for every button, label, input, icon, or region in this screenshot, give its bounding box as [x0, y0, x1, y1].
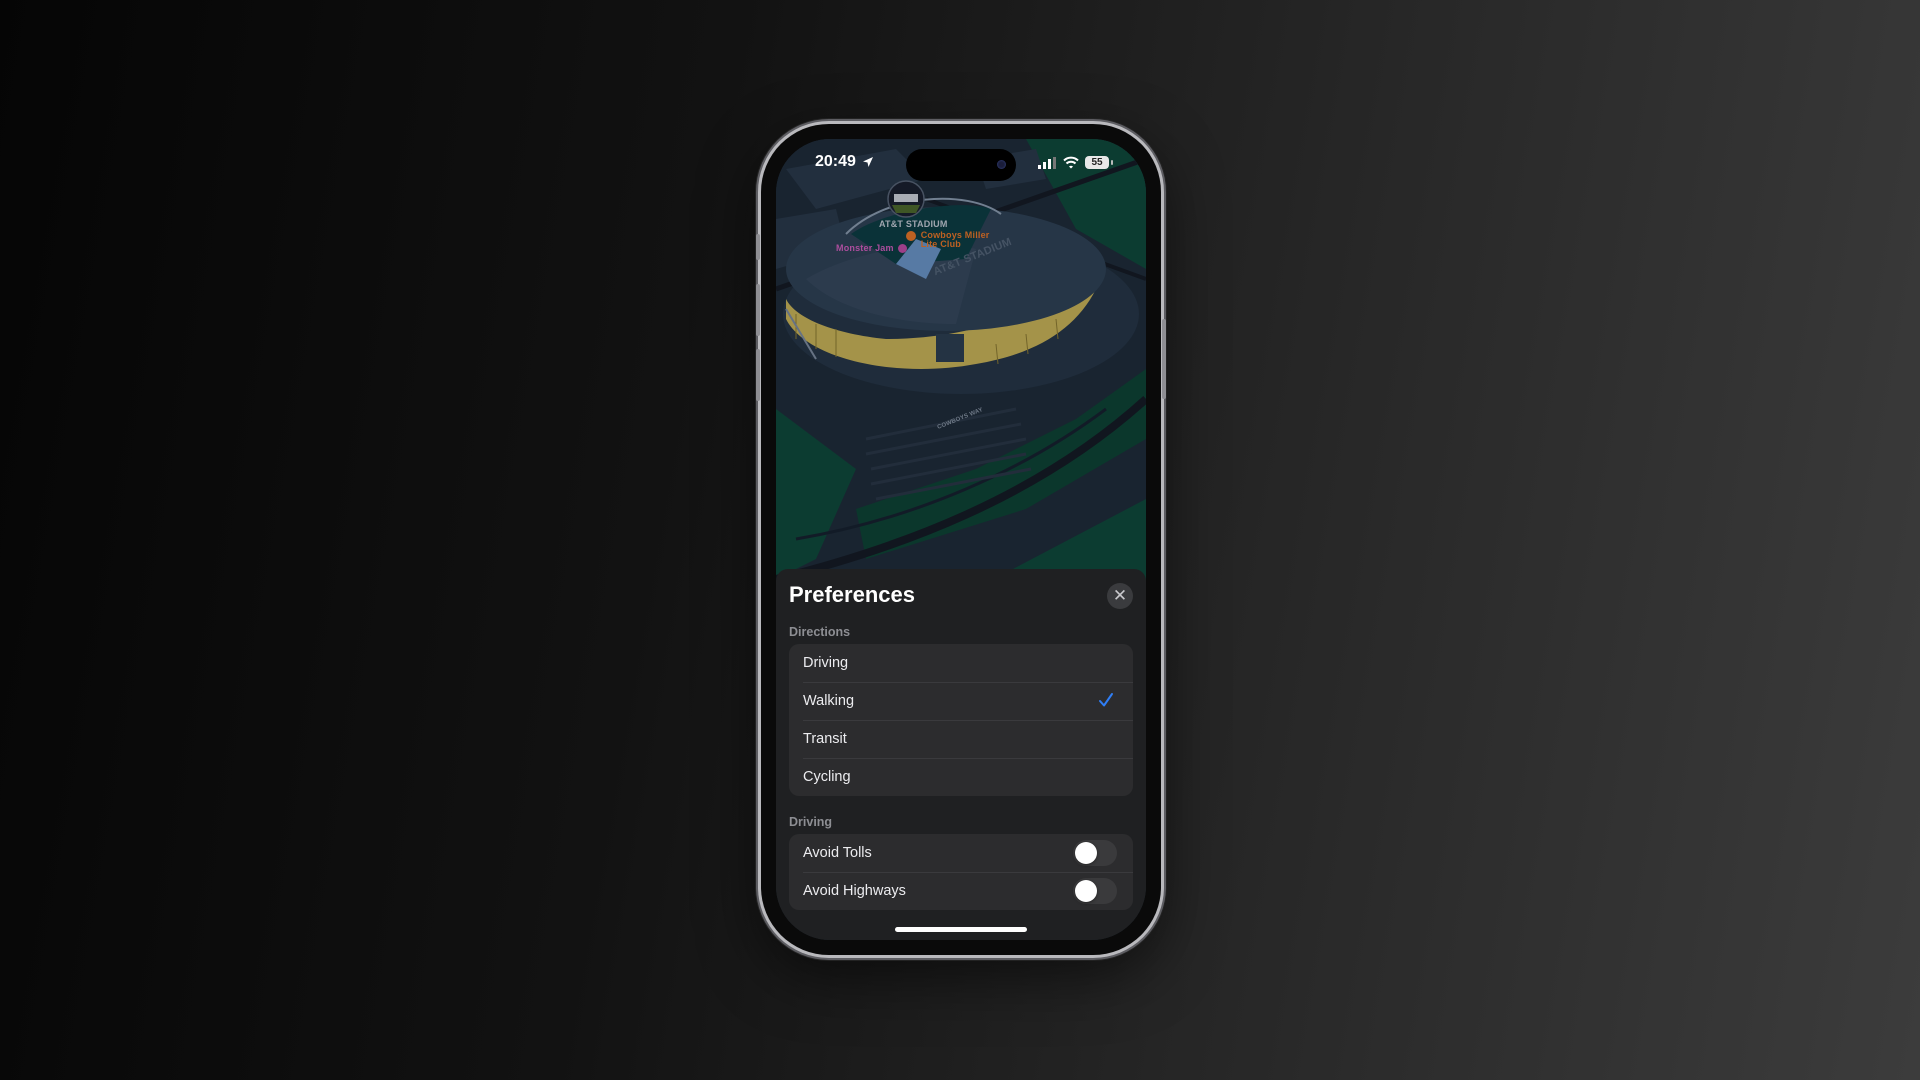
toggle-label: Avoid Tolls [803, 845, 872, 861]
battery-icon: 55 [1085, 156, 1109, 169]
avoid-highways-toggle[interactable] [1073, 878, 1117, 904]
option-label: Driving [803, 655, 849, 671]
volume-up-button [756, 284, 760, 336]
status-time: 20:49 [815, 153, 856, 170]
action-button [756, 234, 760, 260]
place-title-label[interactable]: AT&T STADIUM [879, 219, 948, 229]
location-arrow-icon [863, 157, 873, 167]
volume-down-button [756, 349, 760, 401]
poi-monster-jam[interactable]: Monster Jam [836, 243, 908, 254]
driving-section-header: Driving [789, 815, 833, 829]
direction-option-walking[interactable]: Walking [789, 682, 1133, 720]
option-label: Walking [803, 693, 855, 709]
stadium-entrance [936, 334, 964, 362]
poi-label-line2: Lite Club [920, 239, 961, 249]
status-bar: 20:49 55 [776, 139, 1146, 189]
directions-options-list: Driving Walking Transit Cycling [789, 644, 1133, 796]
option-label: Cycling [803, 769, 851, 785]
preferences-sheet: Preferences ✕ Directions Driving Walking… [776, 569, 1146, 940]
dynamic-island [906, 149, 1016, 181]
poi-label: Monster Jam [836, 243, 894, 253]
directions-section-header: Directions [789, 625, 851, 639]
iphone-frame: AT&T STADIUM Monster Jam Cowboys Miller … [756, 124, 1166, 955]
direction-option-transit[interactable]: Transit [789, 720, 1133, 758]
avoid-highways-row: Avoid Highways [789, 872, 1133, 910]
option-label: Transit [803, 731, 847, 747]
wifi-icon [1063, 156, 1079, 169]
stadium-3d-map [776, 139, 1146, 599]
battery-nub [1111, 160, 1113, 165]
close-icon: ✕ [1112, 586, 1128, 605]
cocktail-icon [906, 231, 916, 241]
direction-option-cycling[interactable]: Cycling [789, 758, 1133, 796]
avoid-tolls-row: Avoid Tolls [789, 834, 1133, 872]
cellular-signal-icon [1038, 157, 1056, 169]
poi-cowboys-club[interactable]: Cowboys Miller Lite Club [906, 231, 990, 249]
toggle-knob [1075, 880, 1097, 902]
phone-screen: AT&T STADIUM Monster Jam Cowboys Miller … [776, 139, 1146, 940]
battery-level: 55 [1091, 157, 1103, 168]
front-camera [997, 160, 1006, 169]
power-button [1162, 319, 1166, 399]
direction-option-driving[interactable]: Driving [789, 644, 1133, 682]
driving-options-list: Avoid Tolls Avoid Highways [789, 834, 1133, 910]
close-button[interactable]: ✕ [1107, 583, 1133, 609]
sheet-title: Preferences [789, 582, 915, 607]
home-indicator[interactable] [895, 927, 1027, 932]
avoid-tolls-toggle[interactable] [1073, 840, 1117, 866]
toggle-label: Avoid Highways [803, 883, 906, 899]
toggle-knob [1075, 842, 1097, 864]
map-view[interactable]: AT&T STADIUM Monster Jam Cowboys Miller … [776, 139, 1146, 599]
checkmark-icon [1099, 693, 1113, 707]
place-photo-detail [894, 194, 918, 202]
